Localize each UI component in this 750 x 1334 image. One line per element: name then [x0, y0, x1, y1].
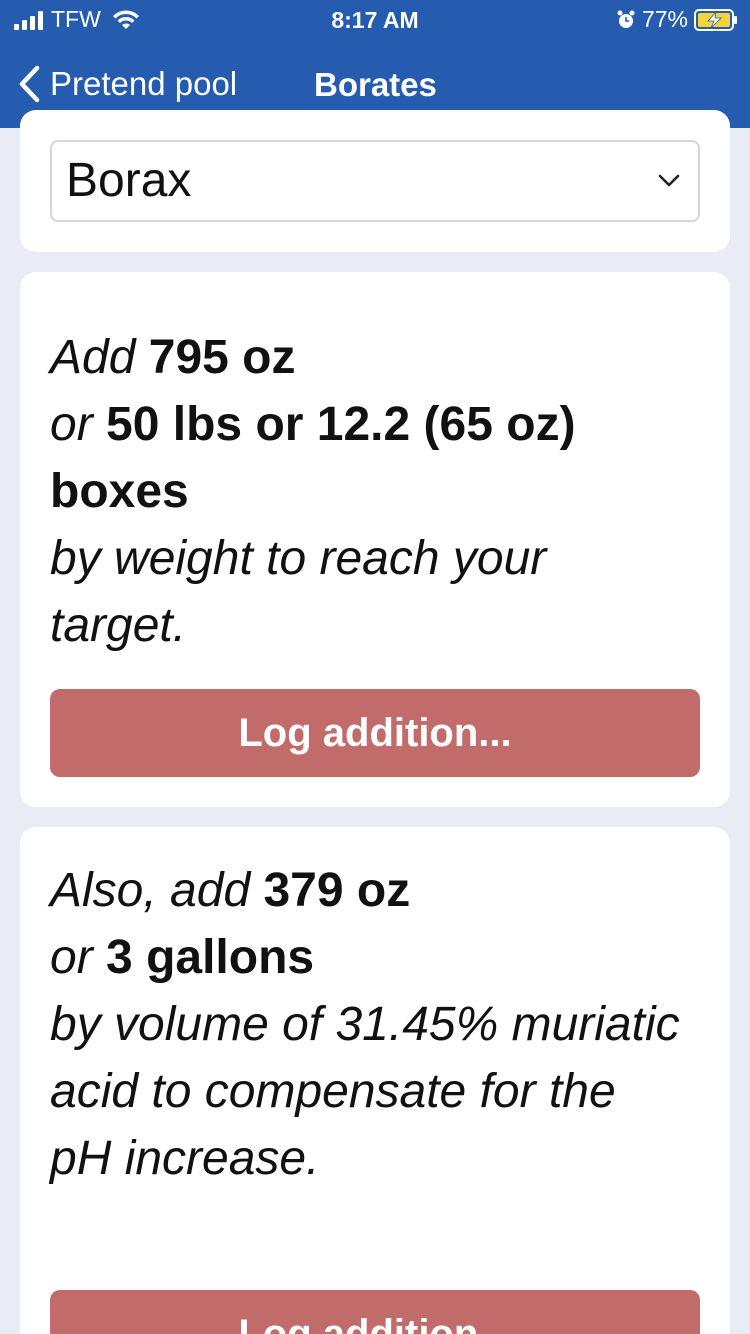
addition-alt-amount: 50 lbs or 12.2 (65 oz) boxes	[50, 398, 576, 518]
compensation-prefix: Also, add	[50, 864, 251, 917]
log-compensation-button[interactable]: Log addition...	[50, 1290, 700, 1334]
compensation-suffix: by volume of 31.45% muriatic acid to com…	[50, 998, 680, 1185]
addition-or: or	[50, 398, 93, 451]
log-addition-button[interactable]: Log addition...	[50, 689, 700, 777]
compensation-instructions: Also, add 379 oz or 3 gallons by volume …	[50, 857, 680, 1192]
status-bar: TFW 8:17 AM 77%	[0, 0, 750, 40]
compensation-card: Also, add 379 oz or 3 gallons by volume …	[20, 827, 730, 1334]
compensation-amount: 379 oz	[263, 864, 411, 917]
back-label: Pretend pool	[50, 65, 238, 102]
chemical-select[interactable]: Borax	[50, 140, 700, 222]
chemical-card: Borax	[20, 110, 730, 252]
addition-instructions: Add 795 oz or 50 lbs or 12.2 (65 oz) box…	[50, 324, 680, 659]
addition-prefix: Add	[50, 331, 136, 384]
battery-percent: 77%	[641, 6, 688, 32]
back-button[interactable]: Pretend pool	[16, 64, 237, 104]
header: TFW 8:17 AM 77% Pretend pool Borates	[0, 0, 750, 128]
nav-bar: Pretend pool Borates	[0, 52, 750, 116]
compensation-or: or	[50, 931, 93, 984]
compensation-alt-amount: 3 gallons	[106, 931, 315, 984]
addition-amount: 795 oz	[148, 331, 296, 384]
status-right: 77%	[616, 6, 738, 33]
chemical-select-value: Borax	[66, 154, 192, 207]
chevron-left-icon	[19, 65, 40, 103]
battery-charging-icon	[694, 8, 737, 31]
addition-suffix: by weight to reach your target.	[50, 532, 547, 652]
addition-card: Add 795 oz or 50 lbs or 12.2 (65 oz) box…	[20, 272, 730, 807]
page-title: Borates	[314, 66, 437, 103]
alarm-icon	[617, 10, 635, 28]
chevron-down-icon	[658, 174, 680, 187]
